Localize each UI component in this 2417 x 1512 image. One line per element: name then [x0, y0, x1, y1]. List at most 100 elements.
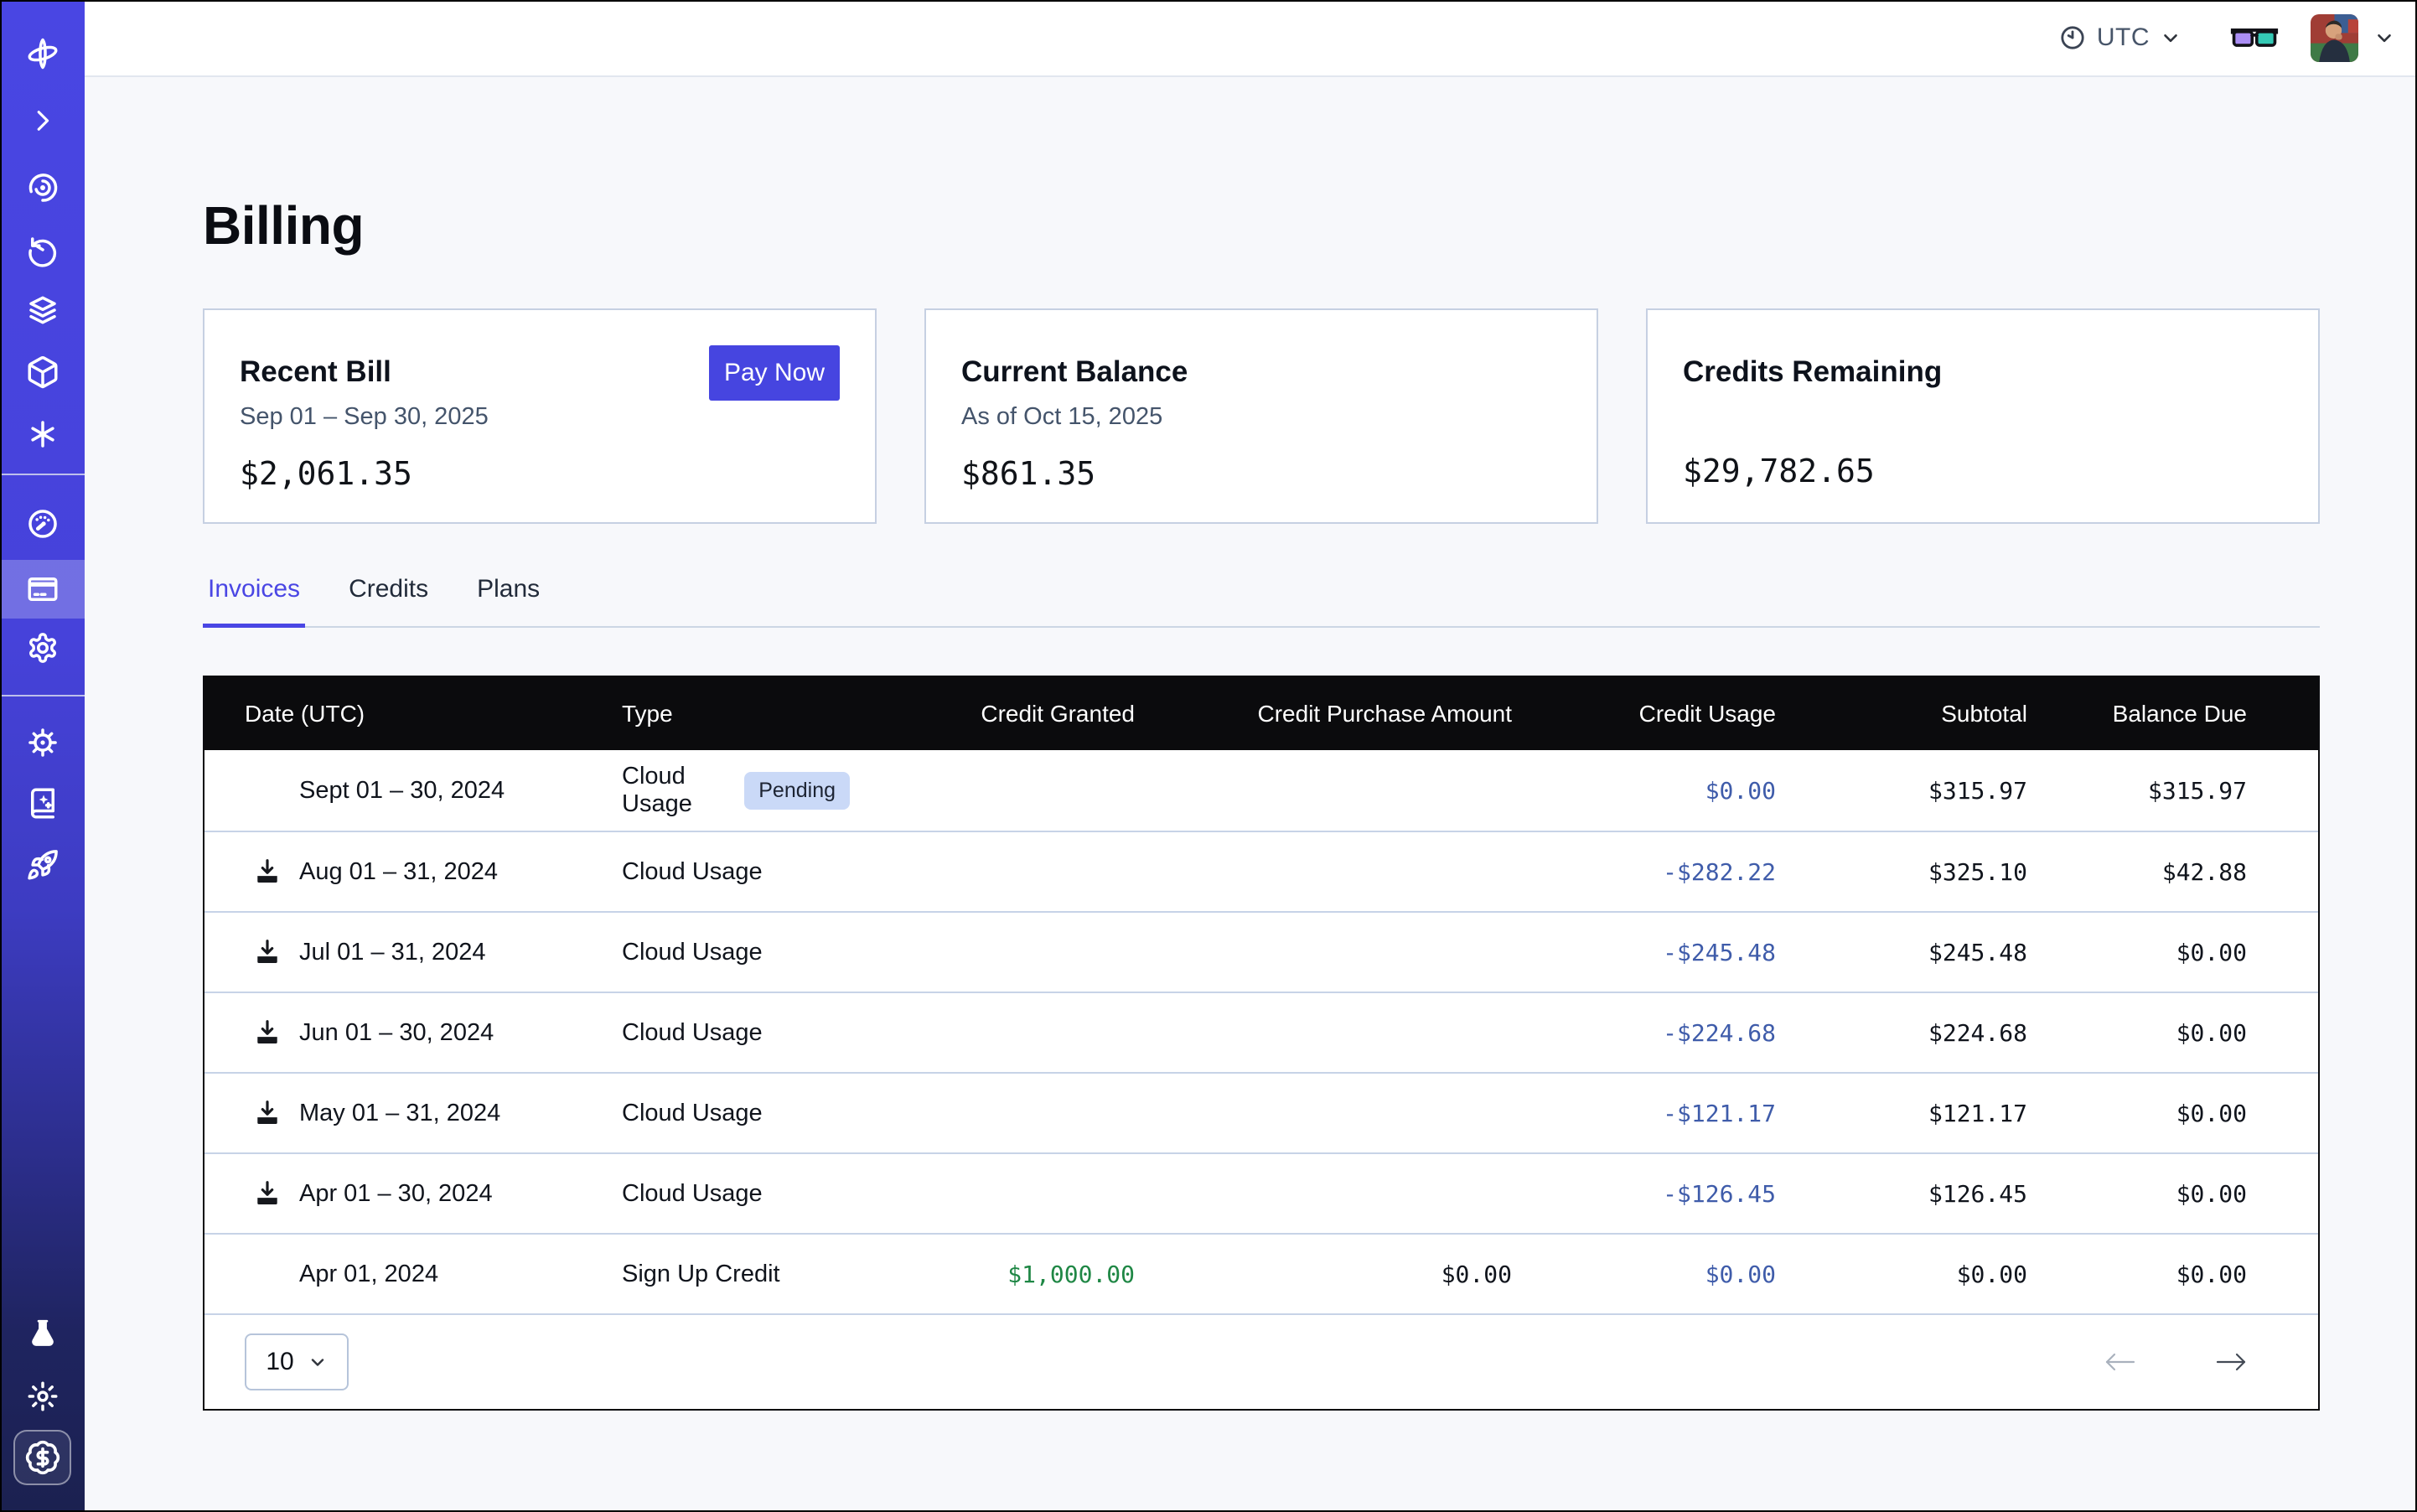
cell-type-text: Cloud Usage	[622, 939, 763, 966]
cell-subtotal: $315.97	[1776, 777, 2027, 805]
col-date: Date (UTC)	[204, 701, 598, 728]
cell-type: Cloud Usage	[598, 1100, 850, 1127]
sidebar-item-billing[interactable]	[0, 560, 85, 619]
credits-remaining-card: Credits Remaining $29,782.65	[1646, 308, 2320, 524]
asterisk-icon[interactable]	[0, 405, 85, 463]
cell-type: Cloud Usage	[598, 1180, 850, 1208]
table-row: Jul 01 – 31, 2024 Cloud Usage -$245.48 $…	[204, 911, 2318, 992]
sun-icon[interactable]	[0, 1367, 85, 1426]
next-page-arrow[interactable]	[2214, 1348, 2249, 1376]
expand-sidebar-chevron-icon[interactable]	[0, 91, 85, 150]
download-icon[interactable]	[251, 936, 283, 968]
cell-balance-due: $0.00	[2027, 1019, 2247, 1047]
timezone-label: UTC	[2097, 23, 2150, 52]
cell-date-text: Apr 01 – 30, 2024	[299, 1180, 493, 1208]
credit-card-icon	[25, 572, 60, 607]
cell-date: Jun 01 – 30, 2024	[204, 1017, 598, 1049]
pagination-arrows	[2102, 1348, 2249, 1376]
card-subtitle	[1683, 403, 2283, 428]
tab-credits[interactable]: Credits	[344, 575, 433, 628]
avatar[interactable]	[2311, 14, 2358, 62]
download-icon[interactable]	[251, 1017, 283, 1049]
cell-date: Jul 01 – 31, 2024	[204, 936, 598, 968]
ship-wheel-icon[interactable]	[0, 713, 85, 772]
cell-balance-due: $315.97	[2027, 777, 2247, 805]
table-row: Jun 01 – 30, 2024 Cloud Usage -$224.68 $…	[204, 992, 2318, 1072]
cell-type-text: Cloud Usage	[622, 1019, 763, 1047]
cell-credit-usage: $0.00	[1512, 1261, 1776, 1288]
page-title: Billing	[203, 194, 364, 256]
eye-spiral-icon[interactable]	[0, 158, 85, 217]
timezone-selector[interactable]: UTC	[2058, 23, 2182, 52]
cell-credit-usage: $0.00	[1512, 777, 1776, 805]
table-body: Sept 01 – 30, 2024 Cloud Usage Pending $…	[204, 750, 2318, 1313]
layers-icon[interactable]	[0, 281, 85, 339]
gauge-icon[interactable]	[0, 495, 85, 553]
cell-date: Apr 01, 2024	[204, 1258, 598, 1290]
cell-subtotal: $325.10	[1776, 858, 2027, 886]
table-footer: 10	[204, 1313, 2318, 1409]
col-subtotal: Subtotal	[1776, 701, 2027, 728]
cell-balance-due: $0.00	[2027, 1180, 2247, 1208]
cell-type: Cloud Usage Pending	[598, 763, 850, 818]
card-amount: $2,061.35	[240, 455, 840, 492]
prev-page-arrow[interactable]	[2102, 1348, 2137, 1376]
rocket-icon[interactable]	[0, 836, 85, 894]
cell-credit-usage: -$224.68	[1512, 1019, 1776, 1047]
glasses-icon[interactable]	[2230, 25, 2279, 50]
chevron-down-icon	[308, 1352, 328, 1372]
cube-icon[interactable]	[0, 343, 85, 401]
account-chevron-down-icon[interactable]	[2373, 27, 2395, 49]
table-row: Apr 01 – 30, 2024 Cloud Usage -$126.45 $…	[204, 1152, 2318, 1233]
cell-subtotal: $121.17	[1776, 1100, 2027, 1127]
dollar-badge-icon[interactable]	[13, 1430, 71, 1485]
cell-credit-granted: $1,000.00	[850, 1261, 1135, 1288]
cell-credit-usage: -$282.22	[1512, 858, 1776, 886]
cell-date: May 01 – 31, 2024	[204, 1097, 598, 1129]
table-row: Apr 01, 2024 Sign Up Credit $1,000.00 $0…	[204, 1233, 2318, 1313]
cell-credit-usage: -$126.45	[1512, 1180, 1776, 1208]
cell-balance-due: $0.00	[2027, 1100, 2247, 1127]
cell-type: Cloud Usage	[598, 858, 850, 886]
history-icon[interactable]	[0, 220, 85, 279]
page-size-select[interactable]: 10	[245, 1333, 349, 1390]
cell-balance-due: $0.00	[2027, 939, 2247, 966]
cell-date-text: Jul 01 – 31, 2024	[299, 939, 486, 966]
cell-type-text: Cloud Usage	[622, 1100, 763, 1127]
cell-type-text: Sign Up Credit	[622, 1261, 780, 1288]
pay-now-button[interactable]: Pay Now	[709, 345, 840, 401]
card-amount: $29,782.65	[1683, 453, 2283, 489]
card-title: Current Balance	[961, 355, 1561, 389]
page-size-value: 10	[266, 1348, 293, 1376]
card-amount: $861.35	[961, 455, 1561, 492]
cell-credit-usage: -$245.48	[1512, 939, 1776, 966]
clock-icon	[2058, 23, 2087, 52]
cell-date-text: May 01 – 31, 2024	[299, 1100, 500, 1127]
summary-cards: Recent Bill Sep 01 – Sep 30, 2025 $2,061…	[203, 308, 2320, 524]
chevron-down-icon	[2160, 27, 2182, 49]
cell-date-text: Aug 01 – 31, 2024	[299, 858, 498, 886]
tab-invoices[interactable]: Invoices	[203, 575, 305, 628]
cell-type-text: Cloud Usage	[622, 1180, 763, 1208]
topbar: UTC	[85, 0, 2417, 77]
cell-date-text: Sept 01 – 30, 2024	[299, 777, 505, 805]
download-icon[interactable]	[251, 856, 283, 888]
book-sparkle-icon[interactable]	[0, 774, 85, 832]
gear-icon[interactable]	[0, 619, 85, 677]
tab-plans[interactable]: Plans	[472, 575, 545, 628]
download-icon[interactable]	[251, 1178, 283, 1209]
cell-date: Sept 01 – 30, 2024	[204, 774, 598, 806]
flask-icon[interactable]	[0, 1305, 85, 1364]
col-credit-purchase: Credit Purchase Amount	[1135, 701, 1512, 728]
avatar-image	[2311, 14, 2358, 62]
orbit-logo-icon[interactable]	[0, 24, 85, 83]
table-header: Date (UTC) Type Credit Granted Credit Pu…	[204, 677, 2318, 750]
cell-credit-purchase: $0.00	[1135, 1261, 1512, 1288]
col-type: Type	[598, 701, 850, 728]
cell-type-text: Cloud Usage	[622, 858, 763, 886]
recent-bill-card: Recent Bill Sep 01 – Sep 30, 2025 $2,061…	[203, 308, 877, 524]
cell-date: Apr 01 – 30, 2024	[204, 1178, 598, 1209]
cell-date-text: Apr 01, 2024	[299, 1261, 438, 1288]
download-icon[interactable]	[251, 1097, 283, 1129]
sidebar	[0, 0, 85, 1512]
